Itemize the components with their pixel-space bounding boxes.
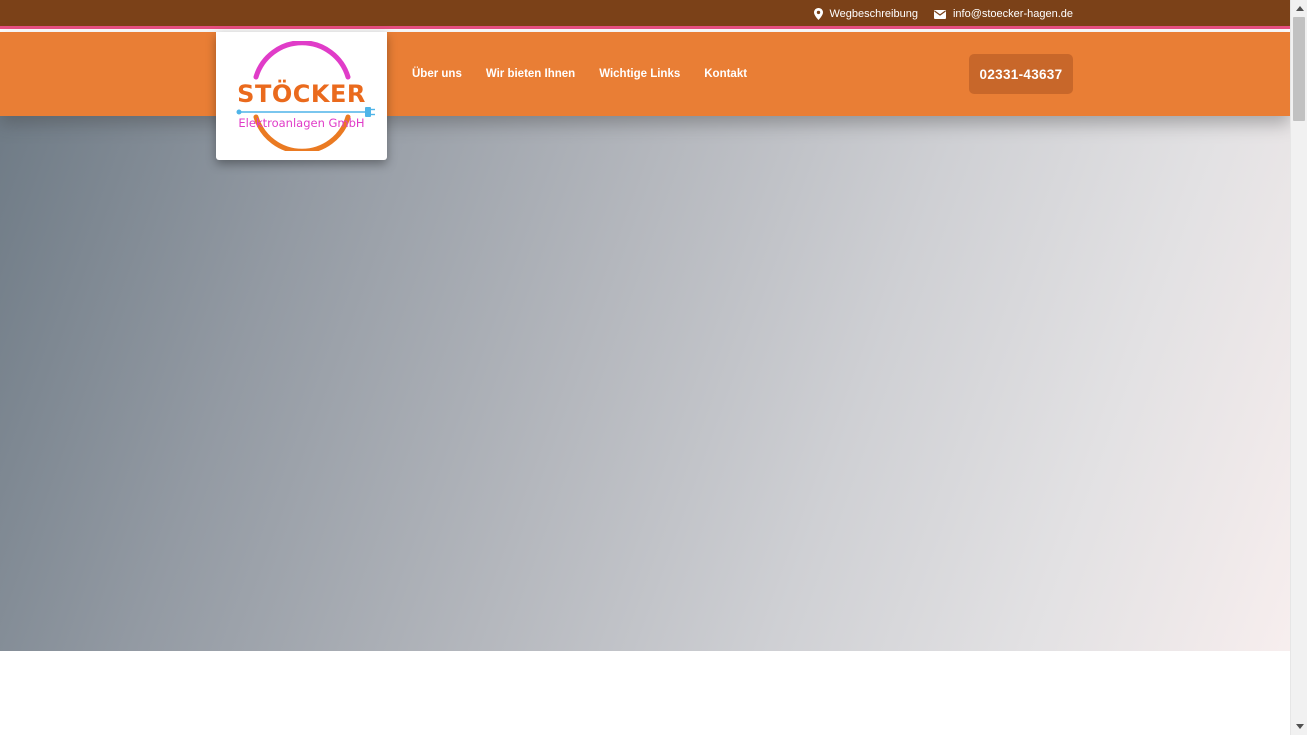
page: Wegbeschreibung info@stoecker-hagen.de S…	[0, 0, 1290, 735]
map-pin-icon	[813, 8, 823, 20]
logo-link[interactable]: STÖCKER Elektroanlagen GmbH	[216, 32, 387, 160]
scrollbar-thumb[interactable]	[1293, 17, 1305, 121]
top-bar-links: Wegbeschreibung info@stoecker-hagen.de	[813, 0, 1073, 28]
scroll-up-button[interactable]	[1291, 0, 1307, 17]
vertical-scrollbar[interactable]	[1290, 0, 1307, 735]
directions-link[interactable]: Wegbeschreibung	[813, 8, 918, 20]
nav-item-contact[interactable]: Kontakt	[704, 68, 747, 80]
nav-item-links[interactable]: Wichtige Links	[599, 68, 680, 80]
triangle-up-icon	[1295, 6, 1304, 11]
content-section	[0, 651, 1290, 735]
main-menu: Über uns Wir bieten Ihnen Wichtige Links…	[412, 32, 747, 116]
envelope-icon	[933, 9, 946, 19]
top-bar: Wegbeschreibung info@stoecker-hagen.de	[0, 0, 1290, 29]
logo-subtitle: Elektroanlagen GmbH	[238, 116, 365, 130]
company-logo: STÖCKER Elektroanlagen GmbH	[227, 41, 377, 151]
email-label: info@stoecker-hagen.de	[952, 8, 1073, 20]
triangle-down-icon	[1295, 724, 1304, 729]
nav-item-services[interactable]: Wir bieten Ihnen	[486, 68, 575, 80]
email-link[interactable]: info@stoecker-hagen.de	[933, 8, 1073, 20]
phone-button[interactable]: 02331-43637	[969, 54, 1073, 94]
nav-item-about[interactable]: Über uns	[412, 68, 462, 80]
scroll-down-button[interactable]	[1291, 718, 1307, 735]
logo-title: STÖCKER	[237, 80, 366, 108]
hero-banner	[0, 116, 1290, 651]
directions-label: Wegbeschreibung	[829, 8, 918, 20]
